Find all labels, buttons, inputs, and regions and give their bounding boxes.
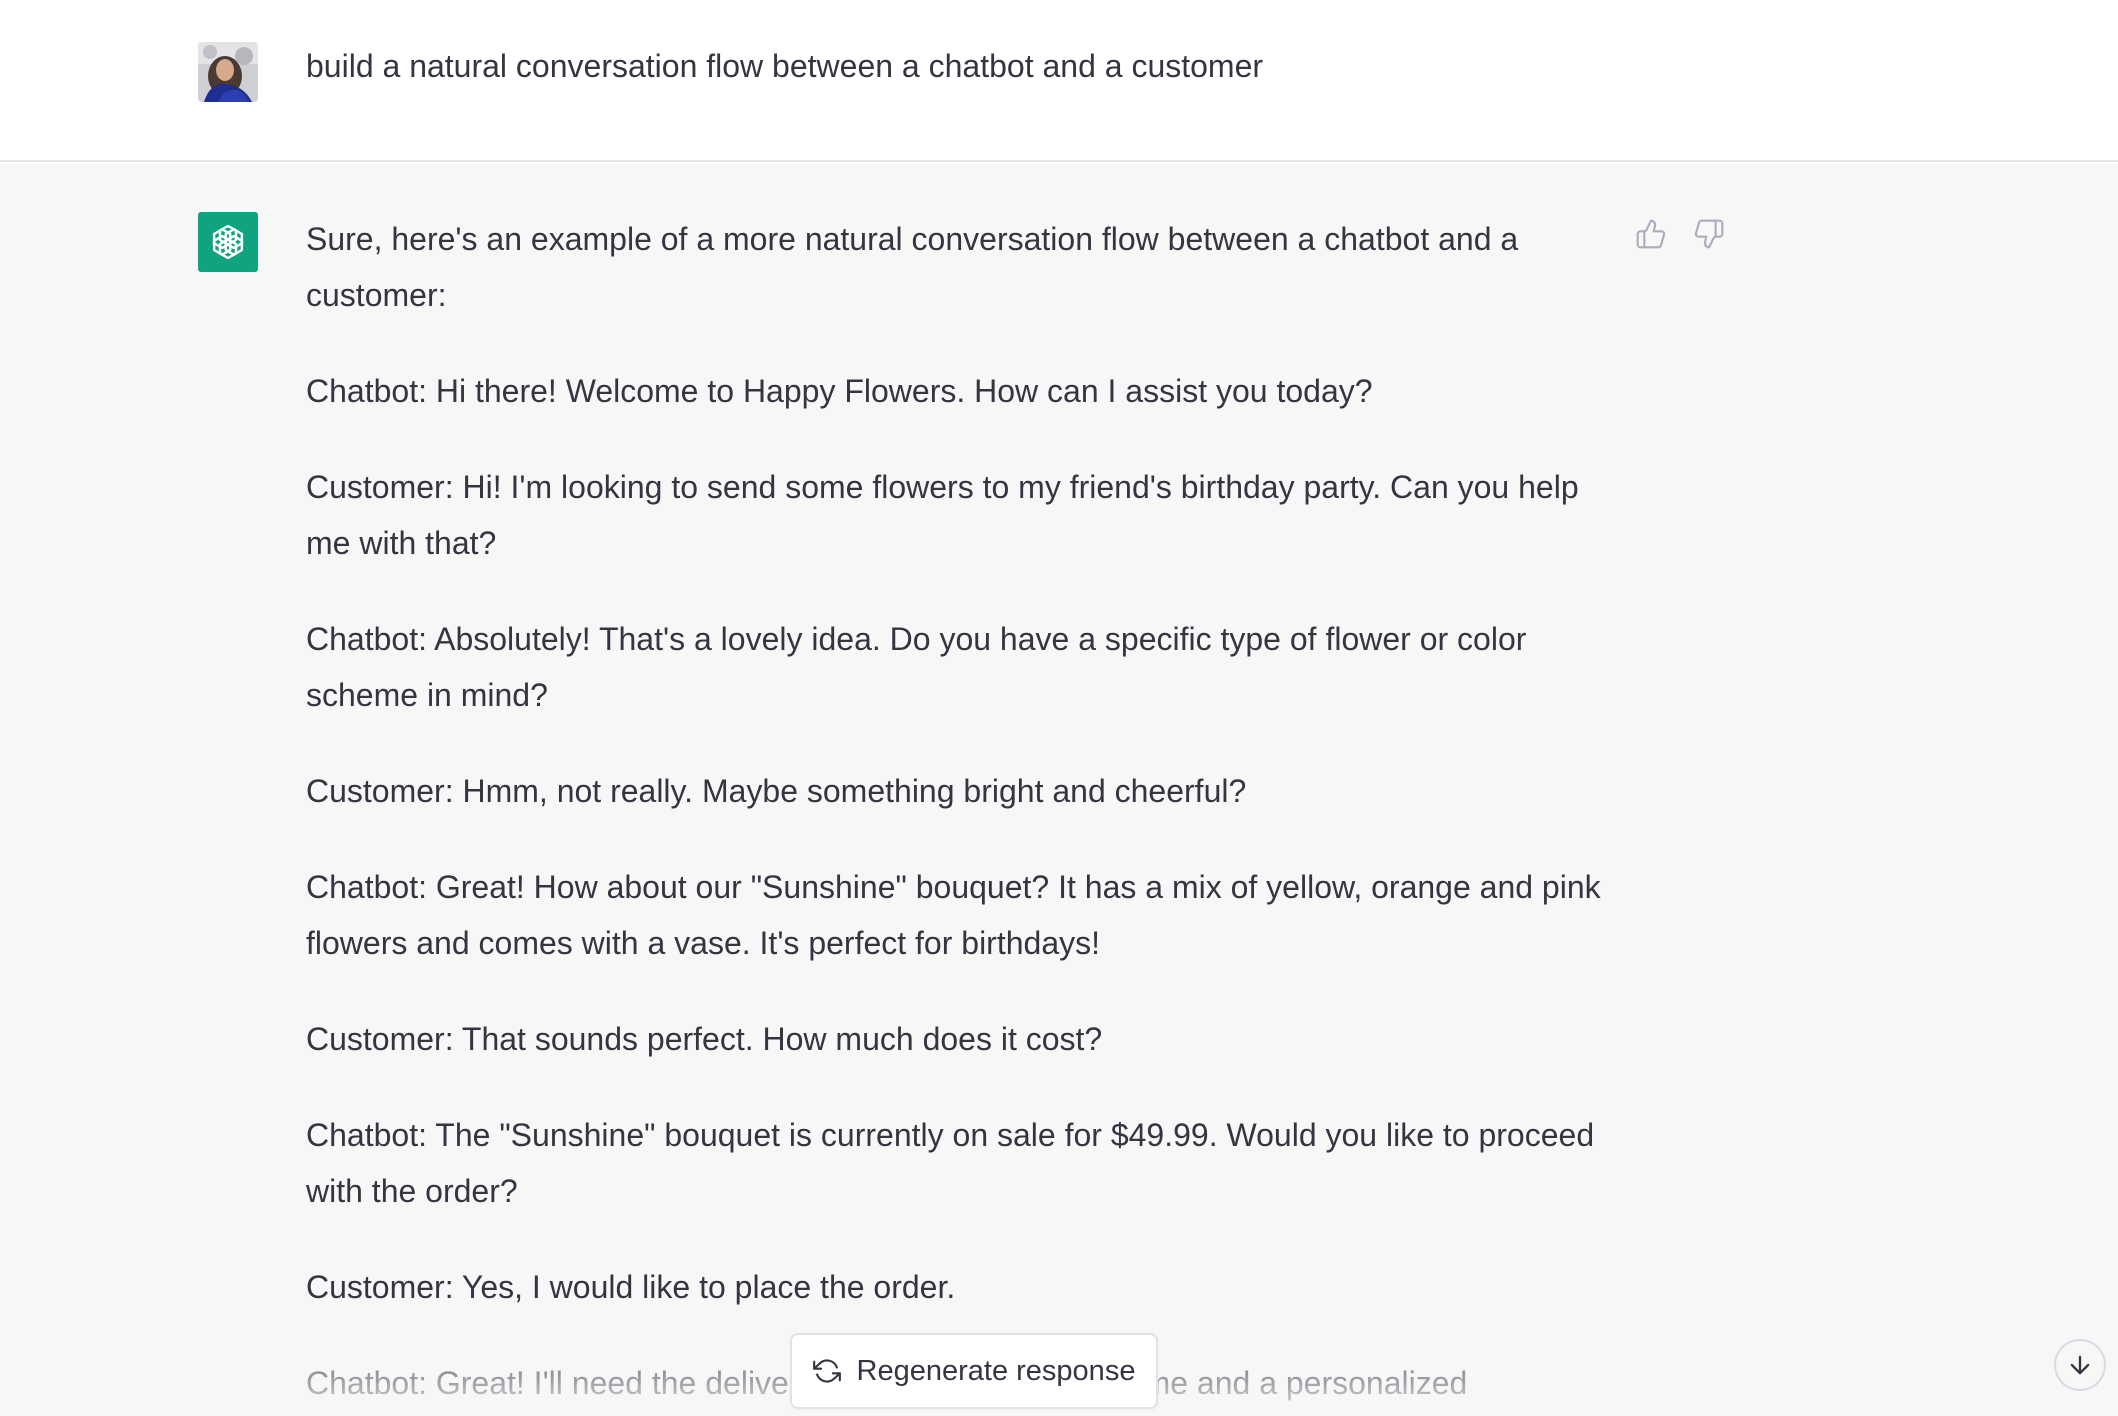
message-paragraph: Chatbot: The "Sunshine" bouquet is curre… [306, 1117, 1595, 1209]
message-paragraph: Customer: Yes, I would like to place the… [306, 1269, 956, 1305]
chat-page: build a natural conversation flow betwee… [0, 0, 2118, 1416]
user-avatar-photo [198, 42, 258, 102]
assistant-message-row: Sure, here's an example of a more natura… [0, 163, 2118, 1416]
scroll-to-bottom-button[interactable] [2054, 1339, 2106, 1391]
message-paragraph: Customer: That sounds perfect. How much … [306, 1021, 1103, 1057]
user-message-row: build a natural conversation flow betwee… [0, 0, 2118, 162]
message-paragraph: Chatbot: Hi there! Welcome to Happy Flow… [306, 373, 1373, 409]
thumbs-down-icon [1694, 219, 1724, 249]
thumbs-down-button[interactable] [1692, 217, 1726, 251]
message-paragraph: Customer: Hmm, not really. Maybe somethi… [306, 773, 1247, 809]
user-message-text: build a natural conversation flow betwee… [306, 48, 1264, 84]
message-paragraph: Sure, here's an example of a more natura… [306, 221, 1519, 313]
user-avatar [198, 42, 258, 102]
refresh-icon [812, 1359, 841, 1383]
thumbs-up-icon [1636, 219, 1666, 249]
assistant-message-text: Sure, here's an example of a more natura… [306, 211, 1626, 1416]
arrow-down-icon [2070, 1355, 2090, 1375]
assistant-avatar [198, 212, 258, 272]
regenerate-label: Regenerate response [856, 1354, 1136, 1387]
feedback-buttons [1634, 217, 1726, 251]
openai-logo-icon [212, 224, 244, 260]
message-paragraph: Customer: Hi! I'm looking to send some f… [306, 469, 1579, 561]
message-paragraph: Chatbot: Absolutely! That's a lovely ide… [306, 621, 1527, 713]
thumbs-up-button[interactable] [1634, 217, 1668, 251]
regenerate-response-button[interactable]: Regenerate response [790, 1333, 1158, 1409]
message-paragraph: Chatbot: Great! How about our "Sunshine"… [306, 869, 1601, 961]
